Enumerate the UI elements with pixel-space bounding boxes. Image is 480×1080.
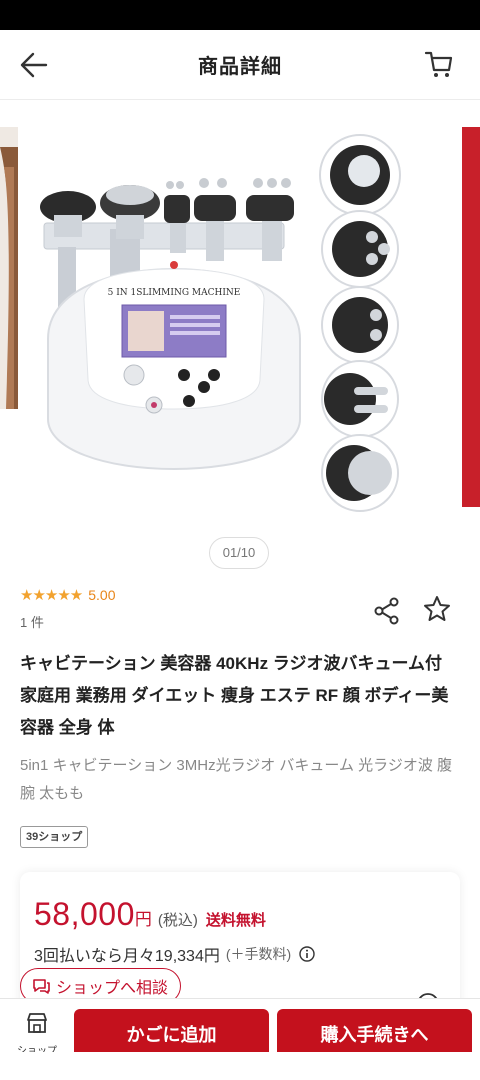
product-main-image: 5 IN 1SLIMMING MACHINE bbox=[40, 134, 401, 512]
installment-text: 3回払いなら月々19,334円 bbox=[34, 948, 220, 965]
price-amount: 58,000 bbox=[34, 896, 135, 932]
shop-button[interactable]: ショップ bbox=[6, 1011, 68, 1057]
status-bar bbox=[0, 0, 480, 30]
share-icon[interactable] bbox=[372, 596, 402, 626]
star-rating-icon: ★★★★★ bbox=[20, 587, 83, 604]
installment-info: 3回払いなら月々19,334円 (＋手数料) bbox=[34, 942, 315, 966]
cart-icon[interactable] bbox=[424, 48, 454, 80]
next-slide-image bbox=[462, 127, 480, 507]
page-title: 商品詳細 bbox=[198, 56, 282, 78]
app-header: 商品詳細 bbox=[0, 30, 480, 100]
arrow-left-icon[interactable] bbox=[18, 50, 50, 80]
price-row: 58,000 円 (税込) 送料無料 bbox=[34, 896, 266, 933]
rating-value: 5.00 bbox=[88, 587, 116, 603]
product-title: キャビテーション 美容器 40KHz ラジオ波バキューム付 家庭用 業務用 ダイ… bbox=[20, 654, 449, 737]
image-pager: 01/10 bbox=[209, 537, 269, 569]
chat-icon bbox=[33, 979, 50, 994]
review-count[interactable]: 1 件 bbox=[20, 612, 44, 631]
tax-label: (税込) bbox=[157, 912, 198, 929]
free-shipping-label: 送料無料 bbox=[205, 912, 266, 929]
installment-fee: (＋手数料) bbox=[225, 946, 292, 962]
previous-slide-image bbox=[0, 127, 18, 409]
rating[interactable]: ★★★★★ 5.00 bbox=[20, 586, 116, 604]
system-nav-bar bbox=[0, 1052, 480, 1080]
info-icon[interactable] bbox=[299, 946, 315, 962]
machine-label: 5 IN 1SLIMMING MACHINE bbox=[108, 288, 241, 298]
store-icon bbox=[27, 1013, 47, 1033]
favorite-star-icon[interactable] bbox=[422, 594, 452, 624]
product-subtitle: 5in1 キャビテーション 3MHz光ラジオ バキューム 光ラジオ波 腹 腕 太… bbox=[20, 757, 453, 802]
price-yen: 円 bbox=[134, 910, 152, 929]
product-image-carousel[interactable]: 5 IN 1SLIMMING MACHINE bbox=[0, 101, 480, 531]
consult-label: ショップへ相談 bbox=[56, 980, 169, 997]
shop-badge: 39ショップ bbox=[20, 826, 89, 848]
